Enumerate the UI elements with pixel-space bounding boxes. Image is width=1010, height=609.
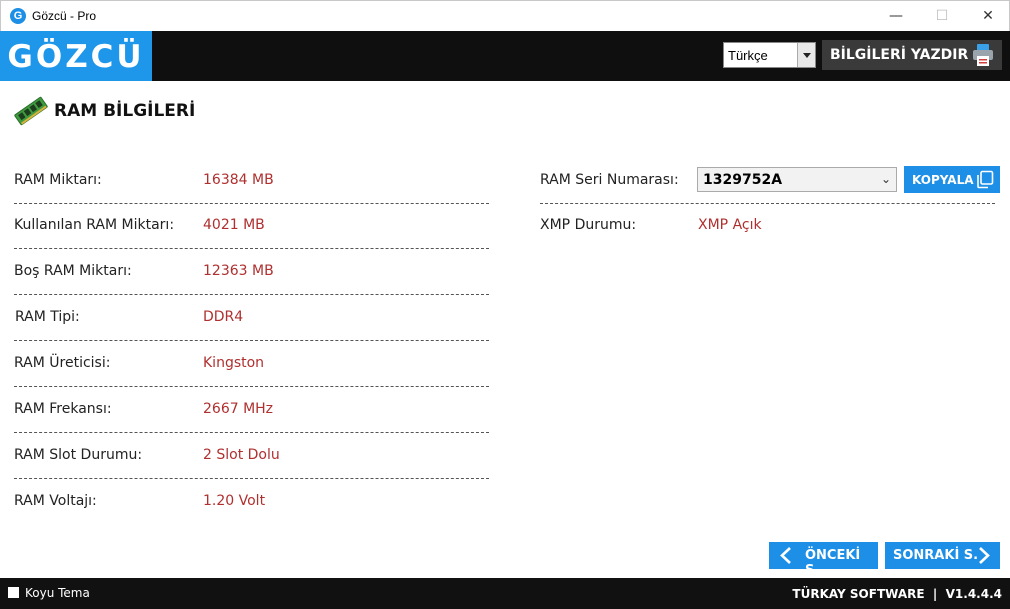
chevron-right-icon — [979, 547, 990, 564]
maximize-button[interactable]: ☐ — [919, 1, 965, 31]
next-page-button[interactable]: SONRAKİ S. — [885, 542, 1000, 569]
row-divider — [14, 386, 489, 387]
window-titlebar: G Gözcü - Pro — ☐ ✕ — [0, 0, 1010, 31]
row-divider — [14, 248, 489, 249]
previous-page-button[interactable]: ÖNCEKİ S. — [769, 542, 878, 578]
chevron-left-icon — [780, 547, 791, 564]
ram-slot-status-label: RAM Slot Durumu: — [14, 447, 143, 463]
ram-slot-status-value: 2 Slot Dolu — [203, 447, 280, 463]
section-title: RAM BİLGİLERİ — [54, 101, 196, 121]
ram-voltage-value: 1.20 Volt — [203, 493, 266, 509]
row-divider — [540, 203, 995, 204]
ram-frequency-value: 2667 MHz — [203, 401, 274, 417]
company-version-label: TÜRKAY SOFTWARE | V1.4.4.4 — [792, 587, 1002, 601]
ram-type-value: DDR4 — [203, 309, 244, 325]
ram-type-label: RAM Tipi: — [15, 309, 80, 325]
copy-button[interactable]: KOPYALA — [904, 166, 1000, 193]
chevron-down-icon: ⌄ — [880, 172, 891, 186]
app-header: GÖZCÜ Türkçe BİLGİLERİ YAZDIR — [0, 31, 1010, 81]
previous-page-label: ÖNCEKİ S. — [805, 548, 861, 578]
ram-amount-value: 16384 MB — [203, 172, 274, 188]
ram-amount-label: RAM Miktarı: — [14, 172, 102, 188]
row-divider — [14, 432, 489, 433]
ram-module-icon — [14, 96, 48, 126]
window-title: Gözcü - Pro — [32, 9, 97, 23]
brand-logo: GÖZCÜ — [0, 31, 152, 81]
print-info-button[interactable]: BİLGİLERİ YAZDIR — [822, 40, 1002, 70]
close-button[interactable]: ✕ — [965, 1, 1010, 31]
ram-serial-select[interactable]: 1329752A ⌄ — [697, 167, 897, 192]
dropdown-arrow-icon[interactable] — [797, 43, 815, 67]
language-select[interactable]: Türkçe — [723, 42, 816, 68]
row-divider — [14, 340, 489, 341]
minimize-button[interactable]: — — [873, 1, 919, 31]
row-divider — [14, 203, 489, 204]
printer-icon — [973, 44, 993, 66]
xmp-status-value: XMP Açık — [698, 217, 762, 233]
next-page-label: SONRAKİ S. — [893, 548, 979, 563]
app-logo-icon: G — [10, 8, 26, 24]
xmp-status-label: XMP Durumu: — [540, 217, 637, 233]
copy-icon — [977, 170, 994, 189]
print-info-label: BİLGİLERİ YAZDIR — [830, 47, 969, 63]
ram-manufacturer-label: RAM Üreticisi: — [14, 355, 111, 371]
dark-theme-checkbox[interactable] — [8, 587, 19, 598]
free-ram-label: Boş RAM Miktarı: — [14, 263, 132, 279]
used-ram-label: Kullanılan RAM Miktarı: — [14, 217, 175, 233]
dark-theme-label[interactable]: Koyu Tema — [25, 586, 90, 600]
ram-voltage-label: RAM Voltajı: — [14, 493, 97, 509]
ram-manufacturer-value: Kingston — [203, 355, 265, 371]
free-ram-value: 12363 MB — [203, 263, 274, 279]
language-select-value: Türkçe — [728, 48, 768, 63]
ram-serial-label: RAM Seri Numarası: — [540, 172, 679, 188]
used-ram-value: 4021 MB — [203, 217, 265, 233]
app-footer: Koyu Tema TÜRKAY SOFTWARE | V1.4.4.4 — [0, 578, 1010, 609]
copy-button-label: KOPYALA — [912, 173, 974, 187]
ram-frequency-label: RAM Frekansı: — [14, 401, 112, 417]
row-divider — [14, 294, 489, 295]
ram-serial-value: 1329752A — [703, 172, 783, 188]
row-divider — [14, 478, 489, 479]
